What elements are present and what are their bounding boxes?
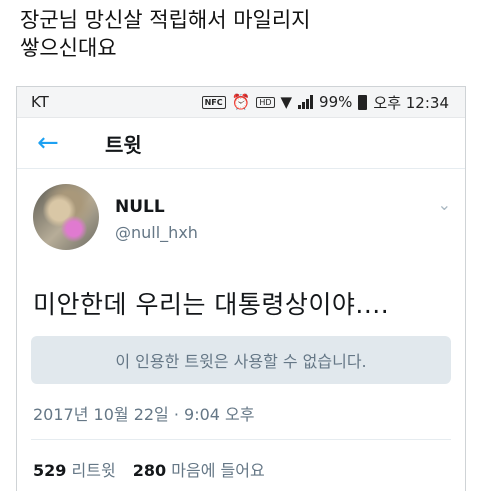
caption-line-2: 쌓으신대요 [20, 36, 117, 60]
quoted-tweet-unavailable[interactable]: 이 인용한 트윗은 사용할 수 없습니다. [31, 336, 451, 384]
retweets-count: 529 [33, 461, 67, 480]
chevron-down-icon[interactable]: ⌄ [438, 195, 451, 214]
likes-label: 마음에 들어요 [171, 461, 265, 480]
caption-line-1: 장군님 망신살 적립해서 마일리지 [20, 8, 311, 32]
status-icons: NFC ⏰ HD ▼ 99% 오후 12:34 [201, 92, 449, 113]
hd-icon: HD [256, 96, 275, 108]
page-title: 트윗 [105, 132, 142, 157]
battery-icon [358, 94, 368, 110]
signal-icon [298, 95, 314, 109]
retweets-label: 리트윗 [71, 461, 116, 480]
battery-percent: 99% [319, 93, 353, 111]
wifi-icon: ▼ [280, 93, 293, 111]
back-arrow-icon[interactable]: ← [37, 128, 77, 158]
tweet-text: 미안한데 우리는 대통령상이야.... [33, 290, 390, 319]
retweets-stat[interactable]: 529 리트윗 [33, 461, 116, 480]
clock: 오후 12:34 [373, 93, 449, 112]
display-name[interactable]: NULL [115, 197, 198, 217]
avatar[interactable] [33, 184, 99, 250]
status-bar: KT NFC ⏰ HD ▼ 99% 오후 12:34 [17, 87, 465, 118]
likes-count: 280 [132, 461, 167, 480]
likes-stat[interactable]: 280 마음에 들어요 [133, 461, 265, 480]
carrier-label: KT [31, 93, 49, 111]
nfc-icon: NFC [201, 95, 226, 109]
alarm-icon: ⏰ [231, 93, 251, 111]
tweet-author[interactable]: NULL @null_hxh [115, 197, 198, 242]
phone-screenshot: KT NFC ⏰ HD ▼ 99% 오후 12:34 ← 트윗 NULL @nu… [16, 86, 466, 491]
divider [31, 439, 451, 440]
tweet-stats: 529 리트윗 280 마음에 들어요 [33, 457, 277, 481]
post-caption: 장군님 망신살 적립해서 마일리지 쌓으신대요 [20, 6, 460, 62]
user-handle[interactable]: @null_hxh [115, 223, 198, 242]
app-header: ← 트윗 [17, 118, 465, 169]
tweet-timestamp: 2017년 10월 22일 · 9:04 오후 [33, 405, 255, 424]
